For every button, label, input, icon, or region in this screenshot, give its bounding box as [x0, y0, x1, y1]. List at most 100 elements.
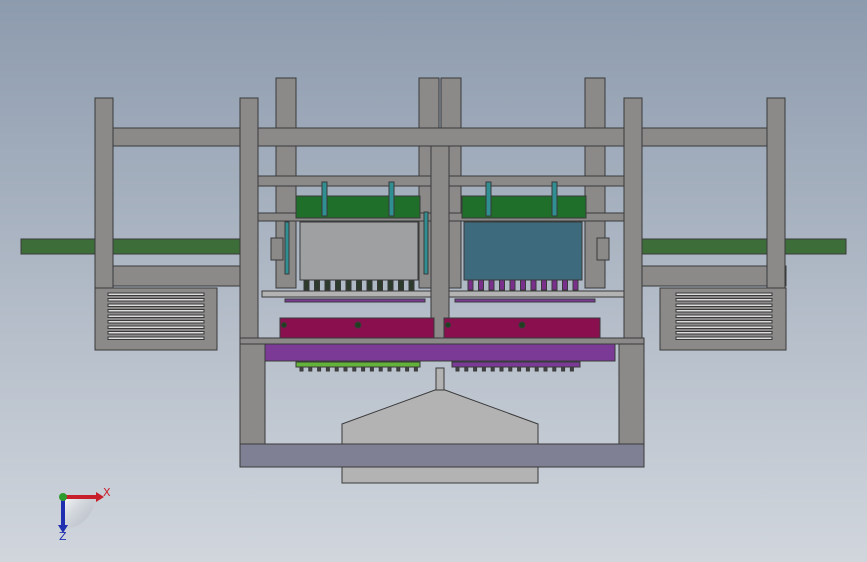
gripper-finger [488, 279, 495, 291]
tooth [361, 366, 366, 372]
roller-slat [107, 331, 205, 335]
right-outer-column [766, 97, 786, 289]
tooth [508, 366, 513, 372]
tooth [299, 366, 304, 372]
base-top-rail [239, 337, 645, 345]
tooth [543, 366, 548, 372]
gripper-finger [387, 279, 394, 291]
roller-slat [675, 325, 773, 329]
gripper-finger [366, 279, 373, 291]
rod-4 [551, 181, 558, 217]
purple-strip [451, 361, 581, 368]
clamp-bolt-4 [445, 322, 451, 328]
tooth [569, 366, 574, 372]
left-conveyor-rail [20, 238, 244, 255]
gripper-finger [345, 279, 352, 291]
gripper-finger [499, 279, 505, 291]
tooth [334, 366, 339, 372]
rod-1 [321, 181, 328, 217]
right-roller-guard [659, 287, 787, 351]
roller-slat [107, 292, 205, 296]
base-left-leg [239, 337, 266, 447]
right-roller-slats [675, 292, 773, 340]
tooth [396, 366, 401, 372]
top-cross-beam [112, 127, 768, 147]
roller-slat [675, 331, 773, 335]
clamp-bolt-3 [281, 322, 287, 328]
left-roller-slats [107, 292, 205, 340]
left-bearing-block [270, 237, 284, 261]
left-outer-column [94, 97, 114, 289]
roller-slat [107, 309, 205, 313]
cad-viewport[interactable]: X Z [0, 0, 867, 562]
right-conveyor-rail [623, 238, 847, 255]
x-axis-label: X [103, 486, 111, 499]
tooth [481, 366, 486, 372]
tooth [517, 366, 522, 372]
gripper-finger [467, 279, 474, 291]
lime-strip [295, 361, 421, 368]
tooth [308, 366, 313, 372]
roller-slat [675, 309, 773, 313]
tooth [405, 366, 410, 372]
rod-5 [284, 221, 290, 275]
base-right-leg [618, 337, 645, 447]
gripper-finger [572, 279, 579, 291]
right-belt [461, 195, 587, 219]
clamp-bolt-1 [354, 321, 362, 329]
gripper-finger [314, 279, 320, 291]
roller-slat [107, 298, 205, 302]
left-lower-tie [94, 265, 244, 287]
right-gripper-fingers [467, 279, 579, 291]
tooth [561, 366, 566, 372]
tooth [499, 366, 504, 372]
left-gripper-fingers [303, 279, 415, 291]
roller-slat [107, 325, 205, 329]
tooth [455, 366, 460, 372]
tooth [369, 366, 374, 372]
gripper-finger [530, 279, 537, 291]
gripper-finger [398, 279, 404, 291]
tooth [413, 366, 418, 372]
gripper-finger [541, 279, 547, 291]
machine-assembly-drawing [20, 77, 847, 533]
gripper-finger [377, 279, 383, 291]
gripper-finger [562, 279, 568, 291]
tooth [378, 366, 383, 372]
gripper-finger [303, 279, 310, 291]
tooth [473, 366, 478, 372]
tooth [534, 366, 539, 372]
base-bottom-beam [239, 443, 645, 468]
gripper-finger [324, 279, 331, 291]
rod-2 [388, 181, 395, 217]
purple-linkage-right [454, 298, 596, 303]
left-gripper-body [299, 221, 419, 281]
roller-slat [675, 320, 773, 324]
roller-slat [675, 303, 773, 307]
front-column-right [623, 97, 643, 339]
front-column-center [430, 145, 450, 339]
roller-slat [107, 314, 205, 318]
gripper-finger [478, 279, 484, 291]
left-belt [295, 195, 421, 219]
gripper-finger [509, 279, 516, 291]
tooth [464, 366, 469, 372]
front-column-left [239, 97, 259, 339]
gripper-finger [551, 279, 558, 291]
gripper-finger [356, 279, 362, 291]
roller-slat [107, 320, 205, 324]
tooth [387, 366, 392, 372]
roller-slat [675, 298, 773, 302]
right-clamp-bar [443, 317, 601, 341]
tooth [525, 366, 530, 372]
right-gripper-body [463, 221, 583, 281]
tooth [490, 366, 495, 372]
left-clamp-bar [279, 317, 435, 341]
roller-slat [675, 336, 773, 340]
y-axis-dot [59, 493, 67, 501]
clamp-bolt-2 [518, 321, 526, 329]
z-axis-label: Z [59, 530, 67, 543]
tooth [317, 366, 322, 372]
rod-3 [485, 181, 492, 217]
gripper-finger [520, 279, 526, 291]
